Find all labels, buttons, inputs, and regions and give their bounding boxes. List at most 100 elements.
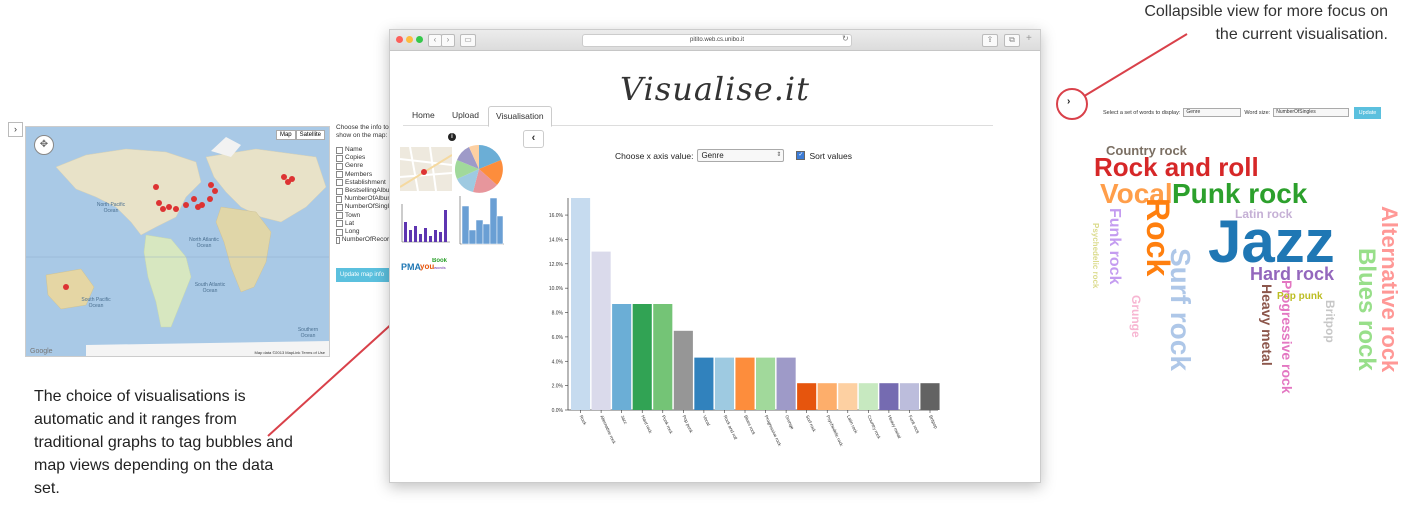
y-tick-label: 8.0%	[552, 311, 564, 317]
y-tick-label: 0.0%	[552, 408, 564, 414]
forward-nav-icon[interactable]: ›	[441, 34, 455, 47]
x-axis-select-value: Genre	[701, 151, 724, 160]
map-option-checkbox[interactable]	[336, 236, 340, 244]
x-tick-label: Grunge	[784, 414, 795, 430]
map-option[interactable]: Copies	[336, 154, 396, 162]
bar	[714, 357, 735, 410]
browser-titlebar: ‹ › ▭ pitito.web.cs.unibo.it ↻ ⇪ ⧉ +	[390, 30, 1040, 51]
site-title: Visualise.it	[620, 70, 810, 108]
x-tick-label: Blues rock	[743, 414, 757, 436]
y-tick-label: 16.0%	[549, 213, 564, 219]
reload-icon[interactable]: ↻	[842, 34, 849, 43]
map-option-checkbox[interactable]	[336, 228, 343, 236]
map-option[interactable]: NumberOfRecords	[336, 236, 396, 244]
zoom-window-icon[interactable]	[416, 36, 423, 43]
map-option[interactable]: BestsellingAlbum	[336, 187, 396, 195]
map-option[interactable]: Genre	[336, 162, 396, 170]
wordcloud-thumbnail[interactable]: PMA you Book words	[401, 258, 451, 278]
map-option-label: BestsellingAlbum	[345, 187, 395, 195]
sort-label: Sort values	[809, 150, 852, 161]
x-axis-select[interactable]: Genre ⇕	[697, 149, 785, 162]
cloud-word: Alternative rock	[1377, 206, 1402, 373]
map-option-checkbox[interactable]	[336, 179, 343, 187]
map-option[interactable]: Long	[336, 228, 396, 236]
map-option-checkbox[interactable]	[336, 212, 343, 220]
collapse-thumbnails-button[interactable]: ‹	[523, 130, 544, 148]
sort-checkbox[interactable]: ✓	[796, 151, 806, 160]
map-pan-control[interactable]: ✥	[34, 135, 54, 155]
tabs-overview-icon[interactable]: ⧉	[1004, 34, 1020, 47]
map-option-label: Name	[345, 146, 363, 153]
map-option-label: Establishment	[345, 178, 386, 186]
collapse-view-toggle[interactable]: ›	[1056, 88, 1088, 120]
main-tabs: Home Upload Visualisation	[403, 106, 993, 127]
cloud-word: Jazz	[1208, 208, 1335, 275]
tab-visualisation[interactable]: Visualisation	[488, 106, 552, 127]
bar	[817, 383, 837, 410]
map-view[interactable]: Map Satellite ✥ North Pacific Ocean Sout…	[25, 126, 330, 357]
map-footer: Map data ©2013 MapLink Terms of Use	[254, 350, 325, 355]
x-tick-label: Punk rock	[661, 414, 674, 435]
histogram-thumbnail[interactable]	[454, 196, 504, 250]
sidebar-icon[interactable]: ▭	[460, 34, 476, 47]
cloud-word: Funk rock	[1106, 208, 1123, 285]
ocean-label: North Atlantic Ocean	[189, 237, 219, 249]
map-option-label: NumberOfRecords	[341, 236, 396, 244]
info-icon[interactable]: i	[448, 133, 456, 141]
map-options-title: Choose the info to show on the map:	[336, 124, 389, 140]
map-option-label: Members	[345, 170, 373, 178]
minimize-window-icon[interactable]	[406, 36, 413, 43]
map-canvas	[26, 137, 329, 356]
map-option[interactable]: Town	[336, 212, 396, 220]
bar	[879, 383, 899, 410]
ocean-label: South Pacific Ocean	[81, 297, 111, 309]
ocean-label: South Atlantic Ocean	[194, 282, 226, 294]
word-set-select[interactable]: Genre	[1183, 108, 1242, 117]
bar	[776, 357, 796, 410]
map-option[interactable]: Establishment	[336, 179, 396, 187]
map-tab-map[interactable]: Map	[275, 130, 296, 140]
address-bar[interactable]: pitito.web.cs.unibo.it	[582, 34, 852, 47]
map-option[interactable]: Name	[336, 146, 396, 154]
map-type-tabs: Map Satellite	[275, 130, 325, 140]
word-size-label: Word size:	[1244, 109, 1271, 116]
map-option[interactable]: Lat	[336, 220, 396, 228]
map-option-label: Copies	[345, 154, 366, 162]
map-thumbnail[interactable]	[400, 147, 452, 191]
x-tick-label: Alternative rock	[599, 414, 617, 445]
cloud-word: Psychedelic rock	[1091, 223, 1100, 289]
map-option-checkbox[interactable]	[336, 220, 343, 228]
new-tab-icon[interactable]: +	[1026, 34, 1040, 45]
update-wordcloud-button[interactable]: Update	[1354, 107, 1381, 119]
tab-upload[interactable]: Upload	[445, 106, 486, 125]
close-window-icon[interactable]	[396, 36, 403, 43]
bar-thumbnail-purple[interactable]	[400, 204, 450, 244]
pie-thumbnail[interactable]	[454, 144, 504, 194]
map-option-checkbox[interactable]	[336, 195, 343, 203]
wordcloud-controls: Select a set of words to display: Genre …	[1103, 108, 1350, 117]
map-option-checkbox[interactable]	[336, 154, 343, 162]
tab-home[interactable]: Home	[405, 106, 442, 125]
bar-chart: 0.0% 2.0% 4.0% 6.0% 8.0% 10.0% 12.0% 14.0% 16.0%…	[549, 198, 940, 448]
word-set-label: Select a set of words to display:	[1103, 109, 1181, 116]
map-option-checkbox[interactable]	[336, 171, 343, 179]
word-size-select[interactable]: NumberOfSingles	[1273, 108, 1350, 117]
map-option-checkbox[interactable]	[336, 187, 343, 195]
expand-panel-toggle[interactable]: ›	[8, 122, 23, 137]
word-cloud: Country rock Rock and roll Vocal Punk rock L…	[1060, 130, 1402, 394]
cloud-word: Grunge	[1129, 295, 1143, 338]
map-option-checkbox[interactable]	[336, 163, 343, 170]
x-tick-label: Country rock	[866, 414, 882, 440]
back-nav-icon[interactable]: ‹	[428, 34, 442, 47]
map-option-checkbox[interactable]	[336, 204, 343, 212]
cloud-word: Blues rock	[1353, 248, 1380, 371]
map-tab-satellite[interactable]: Satellite	[295, 130, 325, 140]
bar	[899, 383, 920, 410]
share-icon[interactable]: ⇪	[982, 34, 998, 47]
map-option-label: Long	[345, 228, 360, 236]
map-option[interactable]: NumberOfSingles	[336, 203, 396, 212]
map-option[interactable]: NumberOfAlbums	[336, 195, 396, 203]
map-option-checkbox[interactable]	[336, 146, 343, 154]
map-option[interactable]: Members	[336, 171, 396, 179]
x-tick-label: Latin rock	[846, 414, 859, 434]
